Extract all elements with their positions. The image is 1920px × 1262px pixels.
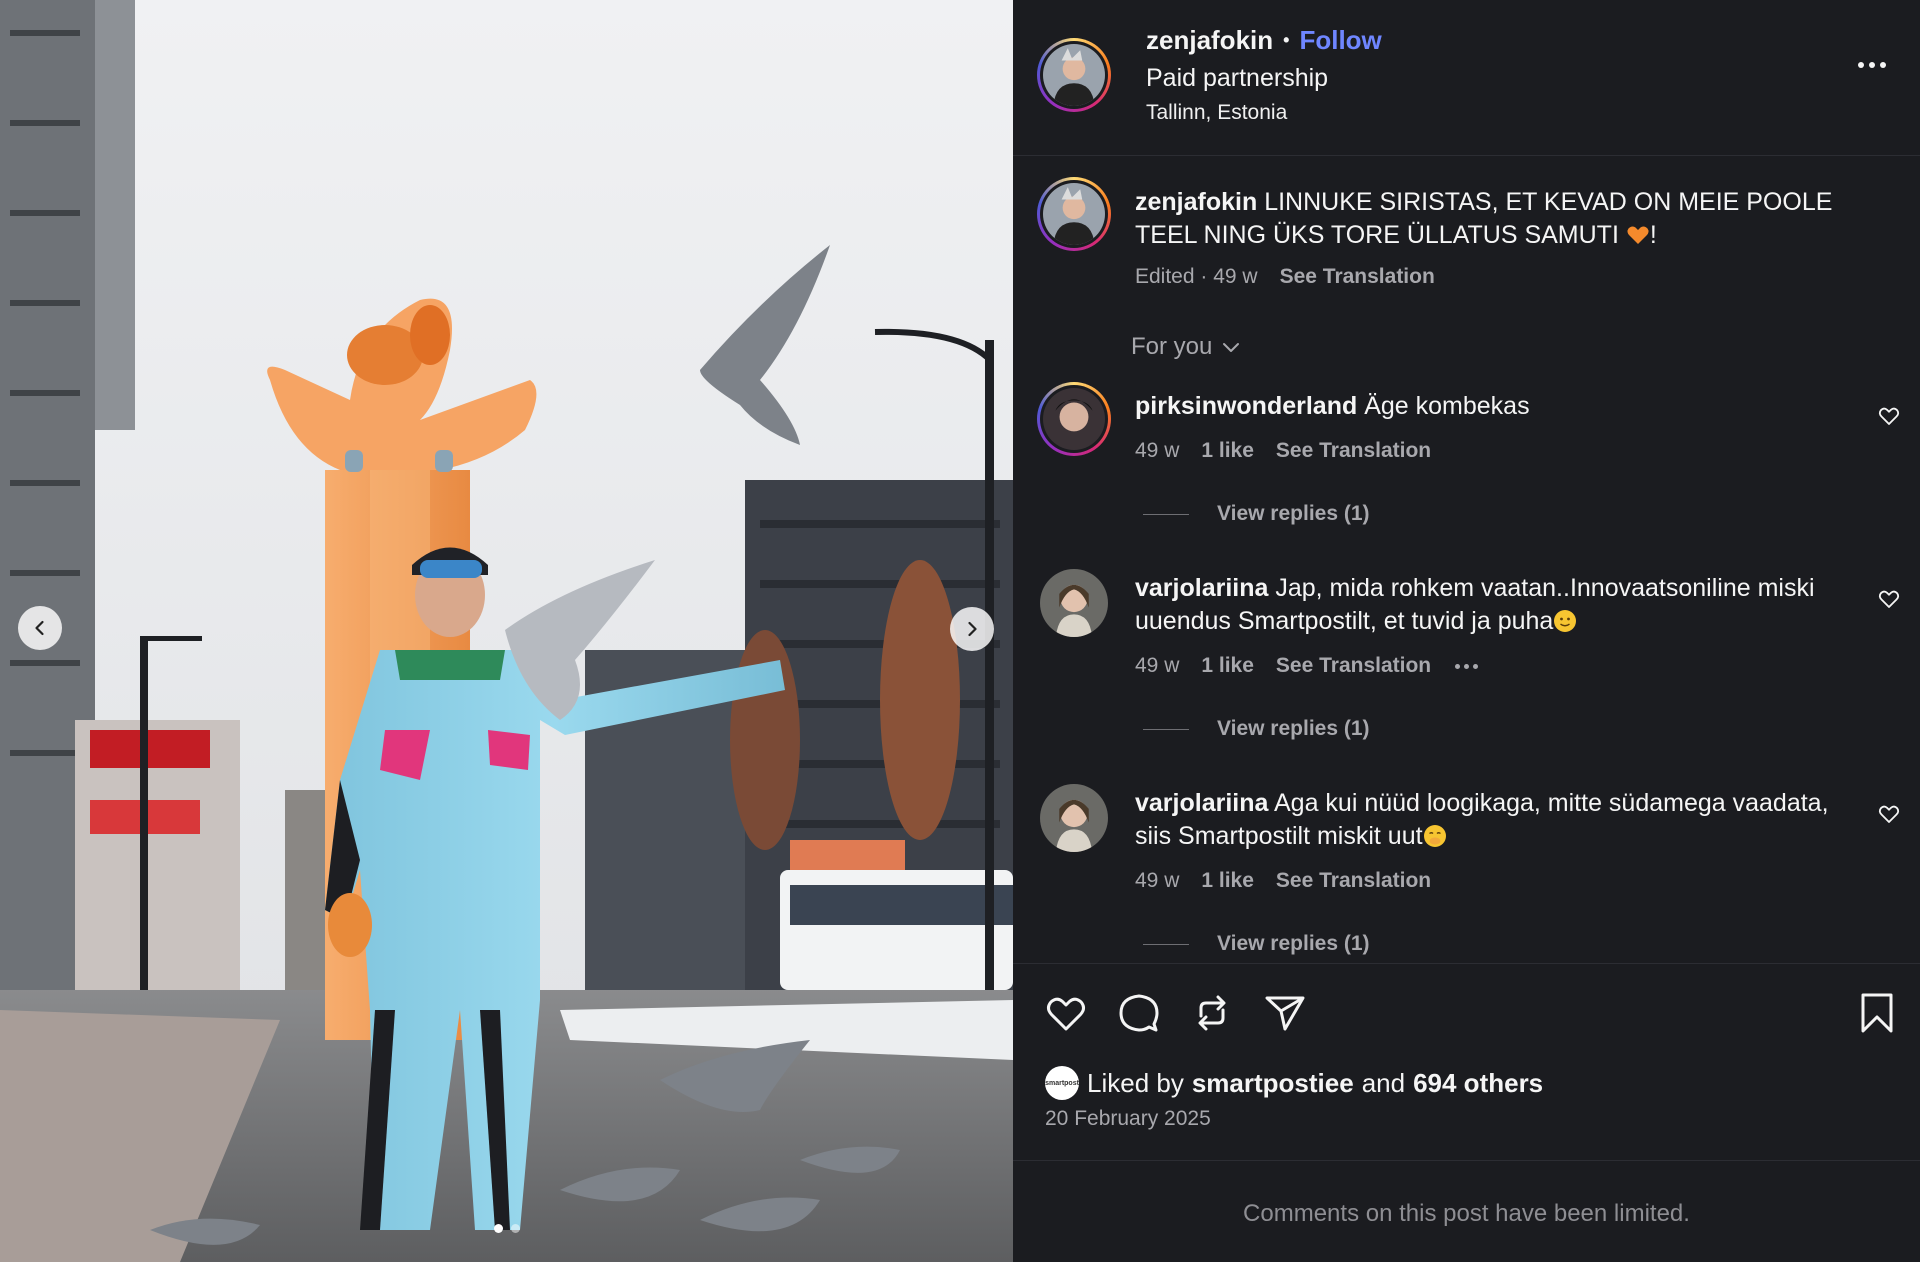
liker-avatar-text: smartpost	[1045, 1079, 1079, 1087]
footer-divider	[1013, 1160, 1920, 1161]
caption-see-translation-button[interactable]: See Translation	[1280, 265, 1435, 289]
comment-like-heart-icon[interactable]	[1877, 587, 1901, 611]
comment-meta: 49 w 1 like See Translation	[1135, 439, 1431, 463]
comments-limited-notice: Comments on this post have been limited.	[1243, 1200, 1690, 1227]
liker-username[interactable]: smartpostiee	[1192, 1068, 1354, 1099]
slide-dot	[510, 1224, 520, 1233]
view-replies-label: View replies (1)	[1217, 502, 1370, 525]
comment-likes-button[interactable]: 1 like	[1201, 439, 1254, 463]
comment-icon	[1119, 994, 1159, 1032]
previous-slide-button[interactable]	[18, 606, 62, 650]
commenter-avatar[interactable]	[1040, 784, 1108, 852]
replies-divider-line	[1143, 943, 1189, 945]
comment-sort-label: For you	[1131, 333, 1213, 360]
commenter-avatar[interactable]	[1037, 382, 1111, 456]
more-dot-icon	[1455, 663, 1461, 669]
caption-username[interactable]: zenjafokin	[1135, 188, 1257, 216]
liked-by-prefix: Liked by	[1087, 1067, 1184, 1098]
comment-likes-button[interactable]: 1 like	[1201, 654, 1254, 678]
orange-heart-icon	[1627, 226, 1649, 244]
liker-avatar[interactable]: smartpost	[1045, 1066, 1079, 1100]
author-avatar[interactable]	[1037, 38, 1111, 112]
post-header: zenjafokin • Follow Paid partnership Tal…	[1146, 25, 1382, 125]
more-dot-icon	[1473, 663, 1479, 669]
face-with-hand-over-mouth-icon	[1423, 825, 1446, 847]
view-replies-label: View replies (1)	[1217, 932, 1370, 955]
more-dot-icon	[1869, 62, 1875, 68]
caption-text: zenjafokin LINNUKE SIRISTAS, ET KEVAD ON…	[1135, 186, 1855, 252]
view-replies-label: View replies (1)	[1217, 717, 1370, 740]
caption-avatar[interactable]	[1037, 177, 1111, 251]
comment-age: 49 w	[1135, 439, 1180, 462]
view-replies-button[interactable]: View replies (1)	[1143, 932, 1370, 956]
send-icon	[1265, 996, 1305, 1031]
replies-divider-line	[1143, 513, 1189, 515]
chevron-left-icon	[35, 620, 44, 636]
more-dot-icon	[1464, 663, 1470, 669]
like-button[interactable]	[1043, 990, 1089, 1036]
author-username[interactable]: zenjafokin	[1146, 25, 1273, 56]
post-details-panel: zenjafokin • Follow Paid partnership Tal…	[1013, 0, 1920, 1262]
more-dot-icon	[1880, 62, 1886, 68]
comment-meta: 49 w 1 like See Translation	[1135, 869, 1431, 893]
comment-see-translation-button[interactable]: See Translation	[1276, 869, 1431, 893]
comment-text: pirksinwonderland Äge kombekas	[1135, 390, 1855, 423]
comment-username[interactable]: varjolariina	[1135, 574, 1268, 602]
comment-text: varjolariina Jap, mida rohkem vaatan..In…	[1135, 572, 1855, 638]
comment-sort-dropdown[interactable]: For you	[1131, 333, 1242, 361]
liked-by-conjunction: and	[1361, 1067, 1406, 1098]
actions-divider	[1013, 963, 1920, 964]
caption-meta: Edited · 49 w See Translation	[1135, 265, 1435, 289]
follow-button[interactable]: Follow	[1299, 25, 1381, 56]
post-media[interactable]	[0, 0, 1013, 1262]
heart-icon	[1047, 997, 1085, 1031]
next-slide-button[interactable]	[950, 607, 994, 651]
comment-like-heart-icon[interactable]	[1877, 802, 1901, 826]
comment-age: 49 w	[1135, 869, 1180, 892]
likes-summary[interactable]: smartpost Liked by smartpostiee and 694 …	[1045, 1066, 1543, 1100]
comment-age: 49 w	[1135, 654, 1180, 677]
replies-divider-line	[1143, 728, 1189, 730]
view-replies-button[interactable]: View replies (1)	[1143, 502, 1370, 526]
comment-username[interactable]: varjolariina	[1135, 789, 1268, 817]
repost-icon	[1198, 995, 1226, 1031]
comment-see-translation-button[interactable]: See Translation	[1276, 439, 1431, 463]
header-separator: •	[1283, 30, 1290, 50]
comment-meta: 49 w 1 like See Translation	[1135, 654, 1479, 678]
comment-text: varjolariina Aga kui nüüd loogikaga, mit…	[1135, 787, 1855, 853]
more-options-button[interactable]	[1858, 62, 1886, 68]
post-location[interactable]: Tallinn, Estonia	[1146, 101, 1382, 125]
more-dot-icon	[1858, 62, 1864, 68]
commenter-avatar[interactable]	[1040, 569, 1108, 637]
edited-timestamp: Edited · 49 w	[1135, 265, 1258, 288]
repost-button[interactable]	[1189, 990, 1235, 1036]
view-replies-button[interactable]: View replies (1)	[1143, 717, 1370, 741]
likes-others-count[interactable]: 694 others	[1413, 1068, 1543, 1099]
paid-partnership-label[interactable]: Paid partnership	[1146, 64, 1382, 93]
comment-button[interactable]	[1116, 990, 1162, 1036]
slide-dot-active	[493, 1224, 503, 1233]
bookmark-icon	[1861, 993, 1893, 1033]
post-date[interactable]: 20 February 2025	[1045, 1107, 1211, 1131]
comment-username[interactable]: pirksinwonderland	[1135, 392, 1357, 420]
header-divider	[1013, 155, 1920, 156]
chevron-right-icon	[968, 621, 977, 637]
chevron-down-icon	[1223, 343, 1240, 352]
comment-see-translation-button[interactable]: See Translation	[1276, 654, 1431, 678]
caption-tail: !	[1649, 221, 1657, 249]
comment-more-options-button[interactable]	[1455, 663, 1479, 669]
save-button[interactable]	[1854, 990, 1900, 1036]
comment-like-heart-icon[interactable]	[1877, 404, 1901, 428]
post-photo	[0, 0, 1013, 1262]
comment-likes-button[interactable]: 1 like	[1201, 869, 1254, 893]
slide-indicator	[0, 1224, 1013, 1233]
slightly-smiling-face-icon	[1554, 610, 1577, 632]
comment-body: Äge kombekas	[1364, 392, 1530, 420]
share-button[interactable]	[1262, 990, 1308, 1036]
